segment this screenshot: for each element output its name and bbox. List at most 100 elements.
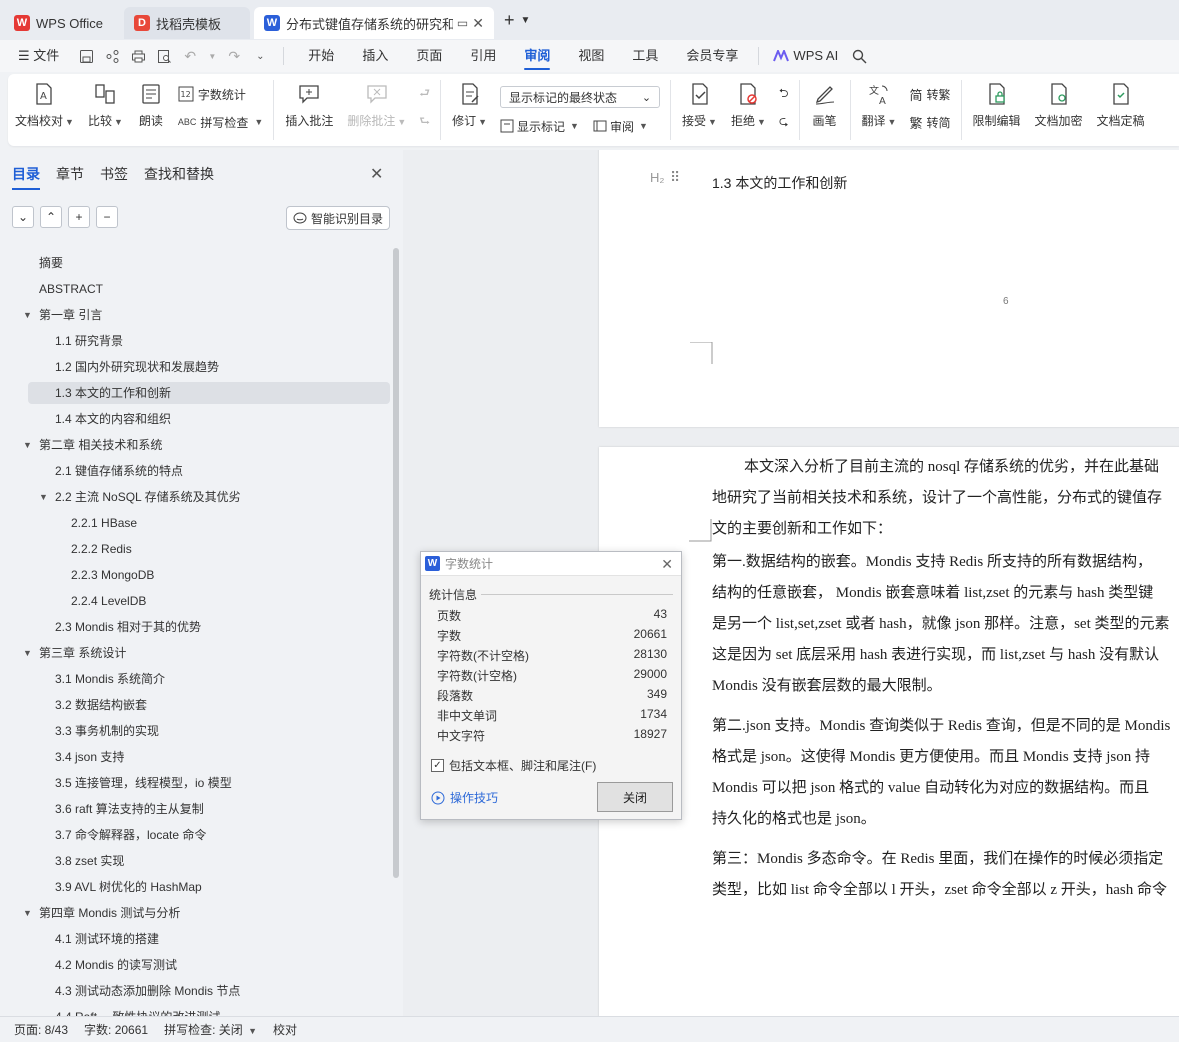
expand-toggle-icon[interactable]: ▼ xyxy=(23,304,32,326)
chevron-down-icon[interactable]: ▼ xyxy=(521,15,531,26)
delete-comment-button[interactable]: 删除批注 ▼ xyxy=(340,80,413,129)
show-markup-button[interactable]: 显示标记 ▼ xyxy=(500,118,579,135)
expand-up-icon[interactable]: ⌃ xyxy=(40,206,62,228)
toc-item[interactable]: 1.2 国内外研究现状和发展趋势 xyxy=(0,356,390,378)
toc-item[interactable]: 3.3 事务机制的实现 xyxy=(0,720,390,742)
toc-item[interactable]: 第四章 Mondis 测试与分析 ▼ xyxy=(0,902,390,924)
new-tab-icon[interactable]: + xyxy=(504,10,515,31)
tab-bookmarks[interactable]: 书签 xyxy=(100,164,128,184)
share-icon[interactable] xyxy=(103,47,121,65)
toc-item[interactable]: 2.3 Mondis 相对于其的优势 xyxy=(0,616,390,638)
pen-button[interactable]: 画笔 xyxy=(804,80,846,129)
tab-template[interactable]: D 找稻壳模板 xyxy=(124,7,250,39)
translate-button[interactable]: 文A 翻译 ▼ xyxy=(855,80,904,129)
print-icon[interactable] xyxy=(129,47,147,65)
close-button[interactable]: 关闭 xyxy=(597,782,673,812)
close-icon[interactable]: ✕ xyxy=(661,556,673,573)
menu-insert[interactable]: 插入 xyxy=(348,40,402,72)
section-heading[interactable]: 1.3 本文的工作和创新 xyxy=(712,173,847,193)
tab-wps-office[interactable]: W WPS Office xyxy=(4,7,122,39)
toc-item[interactable]: 2.1 键值存储系统的特点 xyxy=(0,460,390,482)
file-menu[interactable]: ☰ 文件 xyxy=(0,40,73,72)
tab-toc[interactable]: 目录 xyxy=(12,164,40,190)
drag-handle-icon[interactable]: ⠿ xyxy=(670,169,680,186)
toc-item[interactable]: 4.1 测试环境的搭建 xyxy=(0,928,390,950)
toc-item[interactable]: 3.4 json 支持 xyxy=(0,746,390,768)
prev-change-icon[interactable]: ⮌ xyxy=(779,84,789,104)
toc-item[interactable]: 第二章 相关技术和系统 ▼ xyxy=(0,434,390,456)
revise-button[interactable]: 修订 ▼ xyxy=(445,80,494,129)
collapse-all-icon[interactable]: ⌄ xyxy=(12,206,34,228)
word-count-indicator[interactable]: 字数: 20661 xyxy=(84,1021,148,1038)
menu-view[interactable]: 视图 xyxy=(564,40,618,72)
search-icon[interactable] xyxy=(850,47,868,65)
toc-item[interactable]: 2.2.2 Redis xyxy=(0,538,390,560)
expand-toggle-icon[interactable]: ▼ xyxy=(23,902,32,924)
tab-document[interactable]: W 分布式键值存储系统的研究和实现 ▭ ✕ xyxy=(254,7,494,39)
toc-item[interactable]: 摘要 xyxy=(0,252,390,274)
expand-toggle-icon[interactable]: ▼ xyxy=(23,434,32,456)
menu-reference[interactable]: 引用 xyxy=(456,40,510,72)
toc-item[interactable]: 3.8 zset 实现 xyxy=(0,850,390,872)
close-pane-icon[interactable]: ✕ xyxy=(370,164,383,184)
next-change-icon[interactable]: ⮎ xyxy=(779,112,789,132)
toc-item[interactable]: 4.2 Mondis 的读写测试 xyxy=(0,954,390,976)
undo-icon[interactable]: ↶ xyxy=(181,47,199,65)
next-comment-icon[interactable]: ⮑ xyxy=(419,112,430,132)
chevron-down-icon[interactable]: ⌄ xyxy=(251,47,269,65)
spell-check-indicator[interactable]: 拼写检查: 关闭 ▼ xyxy=(164,1021,257,1038)
menu-member[interactable]: 会员专享 xyxy=(672,40,752,72)
save-icon[interactable] xyxy=(77,47,95,65)
add-heading-icon[interactable]: + xyxy=(68,206,90,228)
prev-comment-icon[interactable]: ⮐ xyxy=(419,84,430,104)
insert-comment-button[interactable]: 插入批注 xyxy=(278,80,340,129)
toc-item[interactable]: 2.2.4 LevelDB xyxy=(0,590,390,612)
toc-item[interactable]: 4.4 Raft 一致性协议的改进测试 xyxy=(0,1006,390,1016)
redo-icon[interactable]: ↷ xyxy=(225,47,243,65)
toc-item[interactable]: 4.3 测试动态添加删除 Mondis 节点 xyxy=(0,980,390,1002)
toc-scrollbar[interactable] xyxy=(393,248,399,878)
review-pane-button[interactable]: 审阅 ▼ xyxy=(593,118,648,135)
menu-tools[interactable]: 工具 xyxy=(618,40,672,72)
chevron-down-icon[interactable]: ▼ xyxy=(203,47,221,65)
word-count-button[interactable]: 12 字数统计 xyxy=(178,84,263,104)
wps-ai-button[interactable]: WPS AI xyxy=(765,40,846,72)
toc-item[interactable]: 第三章 系统设计 ▼ xyxy=(0,642,390,664)
accept-button[interactable]: 接受 ▼ xyxy=(675,80,724,129)
toc-item[interactable]: 2.2.1 HBase xyxy=(0,512,390,534)
tab-find-replace[interactable]: 查找和替换 xyxy=(144,164,214,184)
doc-check-button[interactable]: A 文档校对 ▼ xyxy=(8,80,81,129)
proofread-indicator[interactable]: 校对 xyxy=(273,1021,297,1038)
menu-review[interactable]: 审阅 xyxy=(510,40,564,72)
remove-heading-icon[interactable]: − xyxy=(96,206,118,228)
toc-item[interactable]: 1.4 本文的内容和组织 xyxy=(0,408,390,430)
toc-item[interactable]: 3.6 raft 算法支持的主从复制 xyxy=(0,798,390,820)
toc-item[interactable]: 3.1 Mondis 系统简介 xyxy=(0,668,390,690)
print-preview-icon[interactable] xyxy=(155,47,173,65)
reject-button[interactable]: 拒绝 ▼ xyxy=(724,80,773,129)
menu-page[interactable]: 页面 xyxy=(402,40,456,72)
include-textbox-checkbox[interactable]: ✓ 包括文本框、脚注和尾注(F) xyxy=(431,757,596,774)
tab-sections[interactable]: 章节 xyxy=(56,164,84,184)
page-indicator[interactable]: 页面: 8/43 xyxy=(14,1021,68,1038)
expand-toggle-icon[interactable]: ▼ xyxy=(23,642,32,664)
toc-item[interactable]: 第一章 引言 ▼ xyxy=(0,304,390,326)
toc-item[interactable]: 1.1 研究背景 xyxy=(0,330,390,352)
toc-item[interactable]: 3.2 数据结构嵌套 xyxy=(0,694,390,716)
toc-item[interactable]: 1.3 本文的工作和创新 xyxy=(28,382,390,404)
finalize-button[interactable]: 文档定稿 xyxy=(1090,80,1152,129)
tab-close-icon[interactable]: ✕ xyxy=(472,15,484,32)
toc-item[interactable]: 3.9 AVL 树优化的 HashMap xyxy=(0,876,390,898)
smart-toc-button[interactable]: 智能识别目录 xyxy=(286,206,391,230)
toc-item[interactable]: 3.7 命令解释器，locate 命令 xyxy=(0,824,390,846)
compare-button[interactable]: 比较 ▼ xyxy=(81,80,130,129)
menu-start[interactable]: 开始 xyxy=(294,40,348,72)
toc-item[interactable]: ABSTRACT xyxy=(0,278,390,300)
toc-item[interactable]: 3.5 连接管理，线程模型，io 模型 xyxy=(0,772,390,794)
to-simplified-button[interactable]: 繁转简 xyxy=(909,112,950,132)
toc-item[interactable]: 2.2 主流 NoSQL 存储系统及其优劣 ▼ xyxy=(0,486,390,508)
screen-icon[interactable]: ▭ xyxy=(457,16,468,30)
read-aloud-button[interactable]: 朗读 xyxy=(130,80,172,129)
to-traditional-button[interactable]: 简转繁 xyxy=(909,84,950,104)
tips-link[interactable]: 操作技巧 xyxy=(431,789,498,806)
